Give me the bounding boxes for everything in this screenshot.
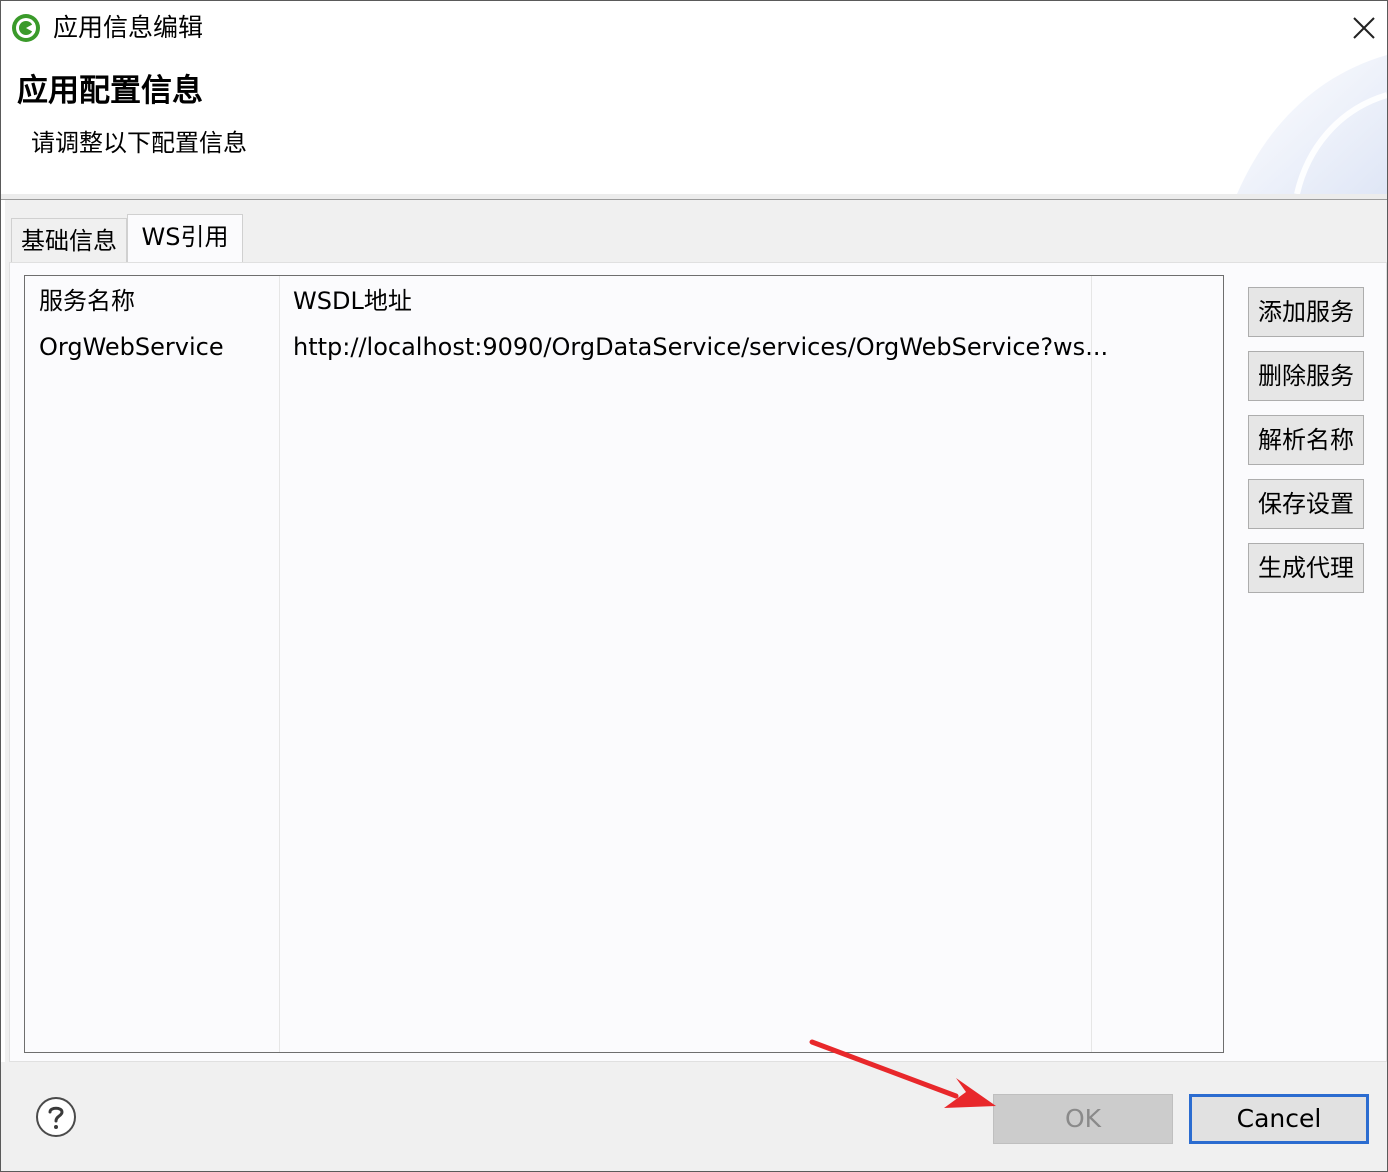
column-header-service-name[interactable]: 服务名称 xyxy=(39,284,135,318)
red-arrow-annotation xyxy=(809,1039,996,1108)
dialog-window: 应用信息编辑 应用配置信息 请调整以下配置信息 基础信息 WS引用 服务名称 W… xyxy=(0,0,1388,1172)
column-divider xyxy=(1091,276,1092,1052)
page-description: 请调整以下配置信息 xyxy=(31,129,247,157)
tab-basic-info[interactable]: 基础信息 xyxy=(11,218,127,263)
wizard-header: 应用配置信息 请调整以下配置信息 xyxy=(1,55,1387,194)
ok-button[interactable]: OK xyxy=(993,1094,1173,1144)
close-icon[interactable] xyxy=(1347,11,1381,45)
dialog-footer: OK Cancel xyxy=(1,1062,1387,1171)
table-cell-service-name[interactable]: OrgWebService xyxy=(39,330,224,364)
generate-proxy-button[interactable]: 生成代理 xyxy=(1248,543,1364,593)
save-settings-button[interactable]: 保存设置 xyxy=(1248,479,1364,529)
window-title: 应用信息编辑 xyxy=(53,13,204,42)
help-icon[interactable] xyxy=(35,1096,77,1138)
parse-name-button[interactable]: 解析名称 xyxy=(1248,415,1364,465)
page-title: 应用配置信息 xyxy=(17,73,203,109)
column-divider xyxy=(279,276,280,1052)
tab-panel-ws: 服务名称 WSDL地址 OrgWebService http://localho… xyxy=(9,262,1387,1062)
content-area: 基础信息 WS引用 服务名称 WSDL地址 OrgWebService http… xyxy=(5,200,1387,1062)
add-service-button[interactable]: 添加服务 xyxy=(1248,287,1364,337)
table-cell-wsdl-url[interactable]: http://localhost:9090/OrgDataService/ser… xyxy=(293,330,1108,364)
delete-service-button[interactable]: 删除服务 xyxy=(1248,351,1364,401)
tab-ws-reference[interactable]: WS引用 xyxy=(127,214,243,263)
banner-decoration-icon xyxy=(1237,55,1387,194)
column-header-wsdl-url[interactable]: WSDL地址 xyxy=(293,284,412,318)
title-bar: 应用信息编辑 xyxy=(1,1,1387,55)
cancel-button[interactable]: Cancel xyxy=(1189,1094,1369,1144)
app-logo-icon xyxy=(12,14,40,42)
service-table[interactable]: 服务名称 WSDL地址 OrgWebService http://localho… xyxy=(24,275,1224,1053)
